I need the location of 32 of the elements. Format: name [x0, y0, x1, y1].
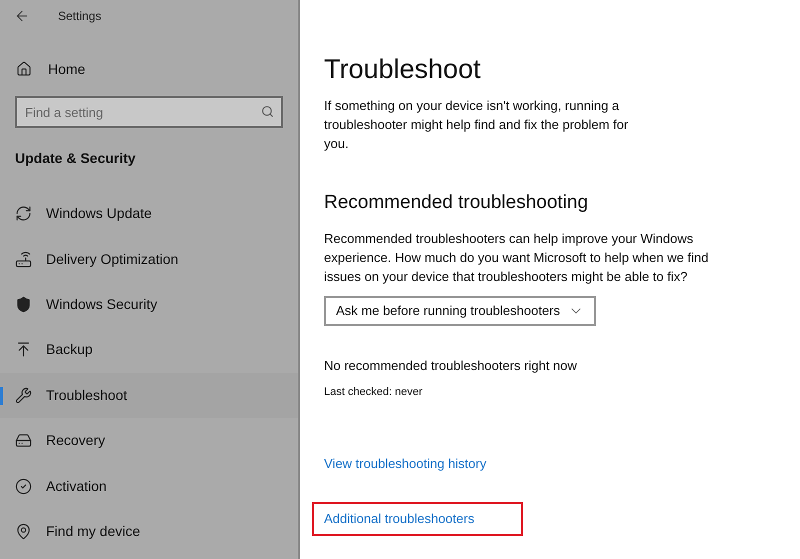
refresh-icon [15, 205, 32, 222]
window-title: Settings [58, 8, 102, 25]
nav-item[interactable]: Backup [0, 327, 298, 373]
search-icon [261, 105, 274, 118]
link[interactable]: Additional troubleshooters [312, 502, 523, 536]
pin-icon [15, 522, 32, 540]
description-text: Recommended troubleshooters can help improve your Windows experience. How much do you want Microsoft to help when we find issues on your device that troubleshooters might be able to fix? [324, 230, 710, 286]
nav-item[interactable]: Find my device [0, 508, 298, 554]
upload-icon [15, 341, 32, 358]
troubleshoot-dropdown[interactable]: Ask me before running troubleshooters [324, 296, 596, 326]
nav-item[interactable]: Activation [0, 463, 298, 509]
section-heading: Update & Security [15, 149, 136, 168]
shield-icon [15, 296, 32, 313]
nav-item[interactable]: Delivery Optimization [0, 236, 298, 282]
section-heading: Recommended troubleshooting [324, 191, 588, 215]
intro-text: If something on your device isn't working, running a troubleshooter might help find and fix the problem for you. [324, 97, 630, 153]
nav-item[interactable]: Troubleshoot [0, 372, 298, 418]
home-icon [16, 61, 32, 77]
back-button[interactable] [14, 8, 30, 24]
status-text: No recommended troubleshooters right now [324, 357, 577, 375]
check-circle-icon [15, 478, 32, 495]
wrench-icon [15, 386, 32, 404]
last-checked-text: Last checked: never [324, 384, 422, 400]
page-title: Troubleshoot [324, 53, 481, 86]
drive-icon [15, 432, 32, 450]
link[interactable]: View troubleshooting history [324, 454, 486, 474]
search-field[interactable]: Find a setting [15, 96, 283, 128]
nav-item[interactable]: Windows Security [0, 282, 298, 328]
router-icon [15, 250, 32, 268]
nav-item[interactable]: Windows Update [0, 191, 298, 236]
home-link[interactable]: Home [16, 52, 86, 86]
nav-item[interactable]: Recovery [0, 418, 298, 464]
